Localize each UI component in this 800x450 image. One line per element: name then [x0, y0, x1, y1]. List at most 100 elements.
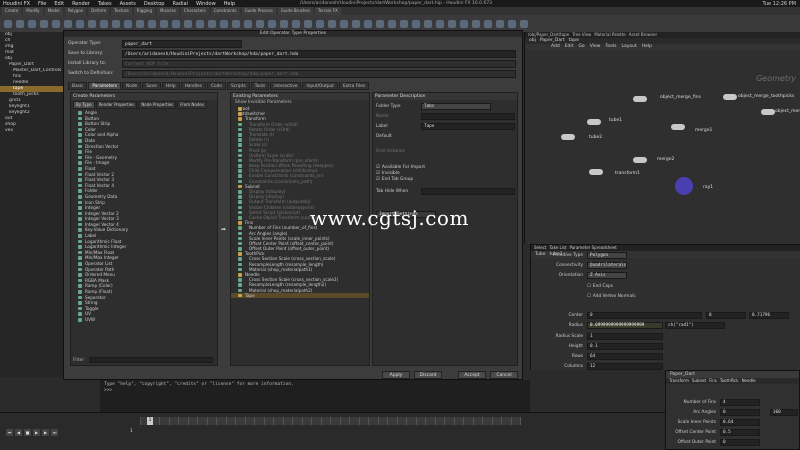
node-merge1[interactable]: [671, 124, 685, 130]
menu-item[interactable]: Assets: [120, 1, 136, 7]
param-value[interactable]: Polygon: [587, 252, 627, 259]
apply-button[interactable]: Apply: [382, 371, 410, 379]
shelf-tab[interactable]: Guide Brushes: [277, 7, 313, 15]
dialog-tab[interactable]: Scripts: [226, 82, 250, 90]
menu-item[interactable]: File: [38, 1, 46, 7]
shelf-tab[interactable]: Modify: [23, 7, 43, 15]
param-value[interactable]: 0.0999999999999999999: [587, 322, 663, 329]
tool-icon[interactable]: [40, 19, 48, 28]
network-menu-item[interactable]: Edit: [565, 44, 574, 50]
dialog-tab[interactable]: Handles: [180, 82, 206, 90]
network-tab[interactable]: Material Palette: [594, 32, 625, 38]
arc-angle-max[interactable]: 360: [770, 409, 798, 416]
network-menu-item[interactable]: Add: [551, 44, 560, 50]
tool-icon[interactable]: [496, 19, 504, 28]
checkbox-icon[interactable]: ☐: [587, 294, 591, 299]
node-ray1[interactable]: [675, 177, 693, 195]
float-tab[interactable]: Subnet: [692, 378, 706, 384]
dialog-tab[interactable]: Input/Output: [302, 82, 338, 90]
step-forward-icon[interactable]: ▶: [42, 429, 49, 436]
existing-param-item[interactable]: Tape: [231, 292, 369, 298]
filter-input[interactable]: [89, 357, 213, 363]
stop-icon[interactable]: ■: [24, 429, 31, 436]
menu-item[interactable]: Takes: [98, 1, 112, 7]
shelf-tab[interactable]: Constraints: [210, 7, 240, 15]
create-subtab[interactable]: Render Properties: [95, 101, 138, 109]
node-tube2[interactable]: [561, 134, 575, 140]
shelf-tab[interactable]: Polygon: [64, 7, 87, 15]
shelf-tab[interactable]: Create: [2, 7, 22, 15]
tool-icon[interactable]: [460, 19, 468, 28]
tool-icon[interactable]: [316, 19, 324, 28]
tool-icon[interactable]: [184, 19, 192, 28]
tool-icon[interactable]: [244, 19, 252, 28]
field-value[interactable]: /Users/aridanesh/HoudiniProjects/dartWor…: [122, 70, 516, 78]
param-type-item[interactable]: UVW: [71, 317, 217, 323]
start-frame[interactable]: 1: [130, 429, 133, 434]
add-arrow-icon[interactable]: ➡: [221, 226, 226, 233]
param-value[interactable]: 64: [587, 353, 663, 360]
shelf-tab[interactable]: Guide Process: [241, 7, 276, 15]
tool-icon[interactable]: [16, 19, 24, 28]
menu-item[interactable]: Help: [224, 1, 235, 7]
float-tab[interactable]: Transform: [669, 378, 689, 384]
tool-icon[interactable]: [220, 19, 228, 28]
center-y-field[interactable]: 0: [706, 312, 746, 319]
shelf-tab[interactable]: Muscles: [156, 7, 179, 15]
tool-icon[interactable]: [352, 19, 360, 28]
float-param-value[interactable]: 0: [720, 409, 760, 416]
network-menu-item[interactable]: Layout: [621, 44, 636, 50]
checkbox-icon[interactable]: ☑: [376, 165, 380, 170]
param-check[interactable]: ☐ End Caps: [587, 283, 613, 290]
shelf-tab[interactable]: Model: [44, 7, 63, 15]
float-tab[interactable]: ToothPick: [720, 378, 739, 384]
tool-icon[interactable]: [112, 19, 120, 28]
tool-icon[interactable]: [328, 19, 336, 28]
menu-item[interactable]: Window: [196, 1, 216, 7]
menu-item[interactable]: Desktop: [144, 1, 165, 7]
create-subtab[interactable]: By Type: [73, 101, 95, 109]
menu-item[interactable]: Edit: [54, 1, 64, 7]
go-end-icon[interactable]: ⏭: [51, 429, 58, 436]
dialog-tab[interactable]: Node: [121, 82, 142, 90]
param-value[interactable]: Z Axis: [587, 272, 627, 279]
tool-icon[interactable]: [364, 19, 372, 28]
tool-icon[interactable]: [508, 19, 516, 28]
float-tab[interactable]: Fins: [709, 378, 717, 384]
node-transform1[interactable]: [589, 169, 603, 175]
tool-icon[interactable]: [160, 19, 168, 28]
param-value[interactable]: Quadrilaterals: [587, 262, 627, 269]
tool-icon[interactable]: [436, 19, 444, 28]
folder-type-select[interactable]: Tabs: [421, 103, 491, 110]
shelf-tab[interactable]: Texture: [111, 7, 132, 15]
tool-icon[interactable]: [424, 19, 432, 28]
path-segment[interactable]: obj: [529, 38, 536, 44]
param-desc-check[interactable]: ☑ End Tab Group: [376, 177, 425, 183]
float-param-value[interactable]: 0: [720, 439, 760, 446]
tool-icon[interactable]: [484, 19, 492, 28]
float-tab[interactable]: Needle: [742, 378, 756, 384]
param-value[interactable]: 0: [587, 312, 702, 319]
tool-icon[interactable]: [520, 19, 528, 28]
tool-icon[interactable]: [136, 19, 144, 28]
node-tube1[interactable]: [587, 119, 601, 125]
shelf-tab[interactable]: Deform: [88, 7, 110, 15]
network-menu-item[interactable]: Help: [642, 44, 652, 50]
tool-icon[interactable]: [448, 19, 456, 28]
network-menu-item[interactable]: View: [590, 44, 601, 50]
shelf-tab[interactable]: Rigging: [133, 7, 155, 15]
tool-icon[interactable]: [256, 19, 264, 28]
tool-icon[interactable]: [292, 19, 300, 28]
node-object-merge3[interactable]: [761, 109, 775, 115]
field-value[interactable]: Current HIP File: [122, 60, 516, 68]
dialog-tab[interactable]: Help: [161, 82, 180, 90]
tool-icon[interactable]: [76, 19, 84, 28]
dialog-tab[interactable]: Parameters: [88, 82, 121, 90]
checkbox-icon[interactable]: ☑: [376, 177, 380, 182]
float-param-value[interactable]: 0.64: [720, 419, 760, 426]
checkbox-icon[interactable]: ☐: [587, 284, 591, 289]
tool-icon[interactable]: [88, 19, 96, 28]
network-tab[interactable]: Asset Browser: [629, 32, 657, 38]
param-value[interactable]: 1: [587, 333, 663, 340]
shelf-tab[interactable]: Characters: [180, 7, 209, 15]
